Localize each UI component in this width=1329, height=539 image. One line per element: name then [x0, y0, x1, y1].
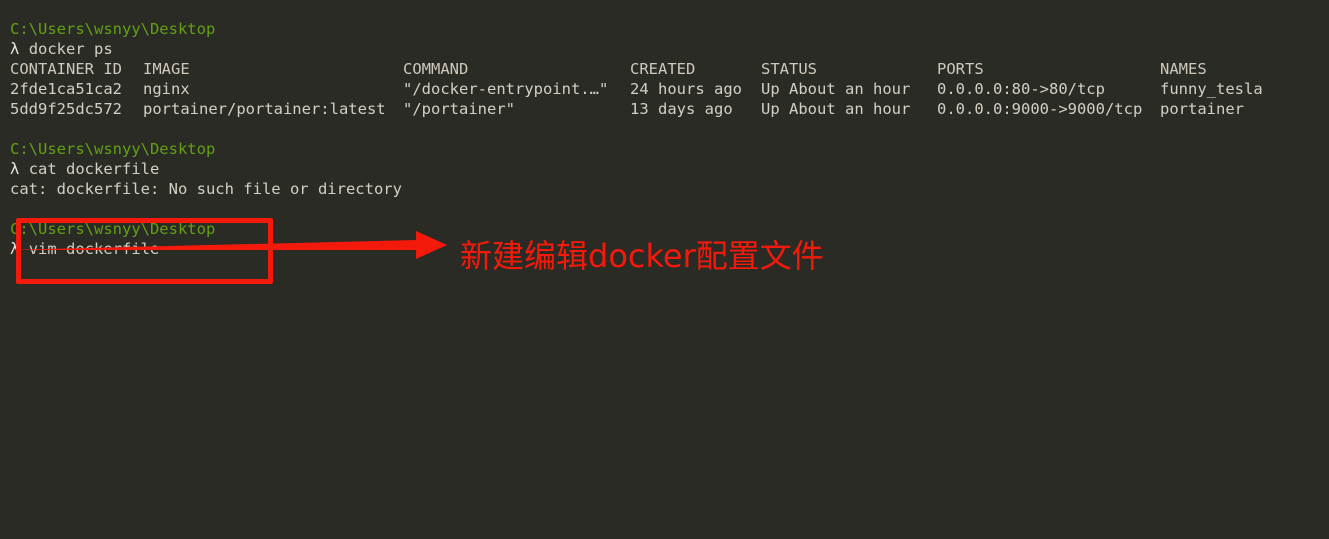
docker-ps-header-row: CONTAINER ID IMAGE COMMAND CREATED STATU…: [0, 59, 1329, 79]
command-text-3: vim dockerfile: [19, 240, 160, 258]
command-text-2: cat dockerfile: [19, 160, 160, 178]
cell-image: nginx: [143, 80, 190, 98]
command-output-2: cat: dockerfile: No such file or directo…: [10, 180, 402, 198]
terminal-window[interactable]: C:\Users\wsnyy\Desktop λ docker ps CONTA…: [0, 0, 1329, 539]
cell-status: Up About an hour: [761, 100, 911, 118]
annotation-callout-text: 新建编辑docker配置文件: [460, 237, 824, 275]
table-row: 5dd9f25dc572 portainer/portainer:latest …: [0, 99, 1329, 119]
cell-container-id: 5dd9f25dc572: [10, 100, 122, 118]
command-line-2: λ cat dockerfile: [10, 159, 159, 179]
prompt-path-3: C:\Users\wsnyy\Desktop: [10, 220, 216, 238]
header-command: COMMAND: [403, 60, 469, 78]
cell-container-id: 2fde1ca51ca2: [10, 80, 122, 98]
prompt-symbol-2: λ: [10, 160, 20, 178]
cell-ports: 0.0.0.0:9000->9000/tcp: [937, 100, 1143, 118]
cell-created: 24 hours ago: [630, 80, 742, 98]
cell-names: funny_tesla: [1160, 80, 1263, 98]
command-line-1: λ docker ps: [10, 39, 113, 59]
header-created: CREATED: [630, 60, 696, 78]
header-ports: PORTS: [937, 60, 984, 78]
cell-image: portainer/portainer:latest: [143, 100, 386, 118]
command-text-2-value: cat dockerfile: [28, 160, 160, 178]
cell-ports: 0.0.0.0:80->80/tcp: [937, 80, 1105, 98]
command-text-1: docker ps: [19, 40, 113, 58]
prompt-path-2: C:\Users\wsnyy\Desktop: [10, 140, 216, 158]
cell-names: portainer: [1160, 100, 1244, 118]
cell-status: Up About an hour: [761, 80, 911, 98]
command-text-1-value: docker ps: [28, 40, 113, 58]
prompt-path-1: C:\Users\wsnyy\Desktop: [10, 20, 216, 38]
prompt-symbol-3: λ: [10, 240, 20, 258]
cell-command: "/portainer": [403, 100, 515, 118]
cell-created: 13 days ago: [630, 100, 733, 118]
prompt-symbol-1: λ: [10, 40, 20, 58]
table-row: 2fde1ca51ca2 nginx "/docker-entrypoint.……: [0, 79, 1329, 99]
command-text-3-value: vim dockerfile: [28, 240, 160, 258]
header-image: IMAGE: [143, 60, 190, 78]
cell-command: "/docker-entrypoint.…": [403, 80, 609, 98]
header-names: NAMES: [1160, 60, 1207, 78]
header-container-id: CONTAINER ID: [10, 60, 122, 78]
header-status: STATUS: [761, 60, 817, 78]
command-line-3: λ vim dockerfile: [10, 239, 159, 259]
